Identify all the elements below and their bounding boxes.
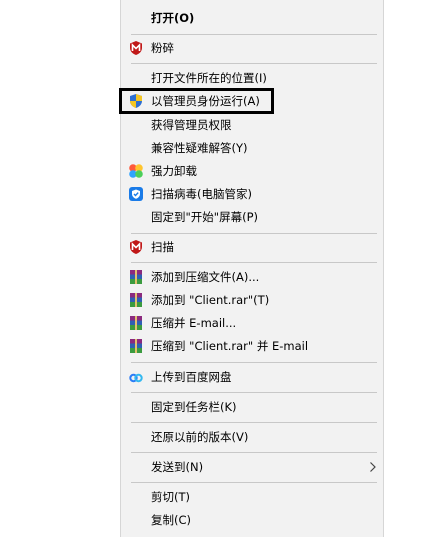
menu-item-send-to[interactable]: 发送到(N): [121, 456, 383, 478]
menu-item-force-uninstall[interactable]: 强力卸载: [121, 160, 383, 182]
menu-item-label: 剪切(T): [151, 490, 190, 504]
mcafee-icon: [128, 40, 144, 56]
menu-separator: [131, 362, 377, 363]
menu-item-open[interactable]: 打开(O): [121, 7, 383, 29]
menu-separator: [131, 233, 377, 234]
menu-item-compat-troubleshoot[interactable]: 兼容性疑难解答(Y): [121, 137, 383, 159]
menu-item-label: 添加到压缩文件(A)...: [151, 270, 260, 284]
winrar-icon: [128, 269, 144, 285]
menu-item-label: 复制(C): [151, 513, 192, 527]
colorful-uninstall-icon: [128, 163, 144, 179]
menu-item-scan-virus[interactable]: 扫描病毒(电脑管家): [121, 183, 383, 205]
winrar-icon: [128, 338, 144, 354]
menu-item-label: 发送到(N): [151, 460, 204, 474]
menu-item-label: 固定到任务栏(K): [151, 400, 237, 414]
menu-item-scan[interactable]: 扫描: [121, 236, 383, 258]
context-menu: 打开(O) 粉碎 打开文件所在的位置(I) 以管理员身份运行(A) 获得管理员权…: [120, 0, 384, 537]
menu-item-compress-email[interactable]: 压缩并 E-mail...: [121, 312, 383, 334]
menu-item-label: 压缩到 "Client.rar" 并 E-mail: [151, 339, 309, 353]
menu-separator: [131, 34, 377, 35]
menu-separator: [131, 482, 377, 483]
menu-item-label: 打开(O): [151, 11, 195, 25]
menu-item-cut[interactable]: 剪切(T): [121, 486, 383, 508]
menu-item-label: 固定到"开始"屏幕(P): [151, 210, 258, 224]
menu-item-label: 上传到百度网盘: [151, 370, 232, 384]
chevron-right-icon: [369, 456, 377, 478]
menu-item-label: 还原以前的版本(V): [151, 430, 249, 444]
tencent-shield-icon: [128, 186, 144, 202]
menu-separator: [131, 262, 377, 263]
mcafee-icon: [128, 239, 144, 255]
menu-item-label: 添加到 "Client.rar"(T): [151, 293, 270, 307]
menu-item-label: 获得管理员权限: [151, 118, 232, 132]
menu-item-label: 强力卸载: [151, 164, 197, 178]
menu-item-label: 粉碎: [151, 41, 174, 55]
baidu-netdisk-icon: [128, 369, 144, 385]
menu-item-label: 打开文件所在的位置(I): [151, 71, 267, 85]
menu-separator: [131, 392, 377, 393]
menu-item-upload-baidu[interactable]: 上传到百度网盘: [121, 366, 383, 388]
menu-item-add-client-rar[interactable]: 添加到 "Client.rar"(T): [121, 289, 383, 311]
menu-separator: [131, 422, 377, 423]
winrar-icon: [128, 292, 144, 308]
menu-item-compress-client-email[interactable]: 压缩到 "Client.rar" 并 E-mail: [121, 335, 383, 357]
menu-item-take-ownership[interactable]: 获得管理员权限: [121, 114, 383, 136]
menu-item-open-location[interactable]: 打开文件所在的位置(I): [121, 67, 383, 89]
menu-item-label: 压缩并 E-mail...: [151, 316, 237, 330]
menu-item-pin-start[interactable]: 固定到"开始"屏幕(P): [121, 206, 383, 228]
menu-item-shred[interactable]: 粉碎: [121, 37, 383, 59]
menu-separator: [131, 63, 377, 64]
menu-item-label: 扫描: [151, 240, 174, 254]
winrar-icon: [128, 315, 144, 331]
menu-item-label: 扫描病毒(电脑管家): [151, 187, 252, 201]
menu-item-label: 兼容性疑难解答(Y): [151, 141, 248, 155]
menu-item-pin-taskbar[interactable]: 固定到任务栏(K): [121, 396, 383, 418]
menu-separator: [131, 452, 377, 453]
menu-item-add-archive[interactable]: 添加到压缩文件(A)...: [121, 266, 383, 288]
menu-item-copy[interactable]: 复制(C): [121, 509, 383, 531]
menu-item-restore-prev[interactable]: 还原以前的版本(V): [121, 426, 383, 448]
annotation-highlight-box: [119, 88, 274, 114]
